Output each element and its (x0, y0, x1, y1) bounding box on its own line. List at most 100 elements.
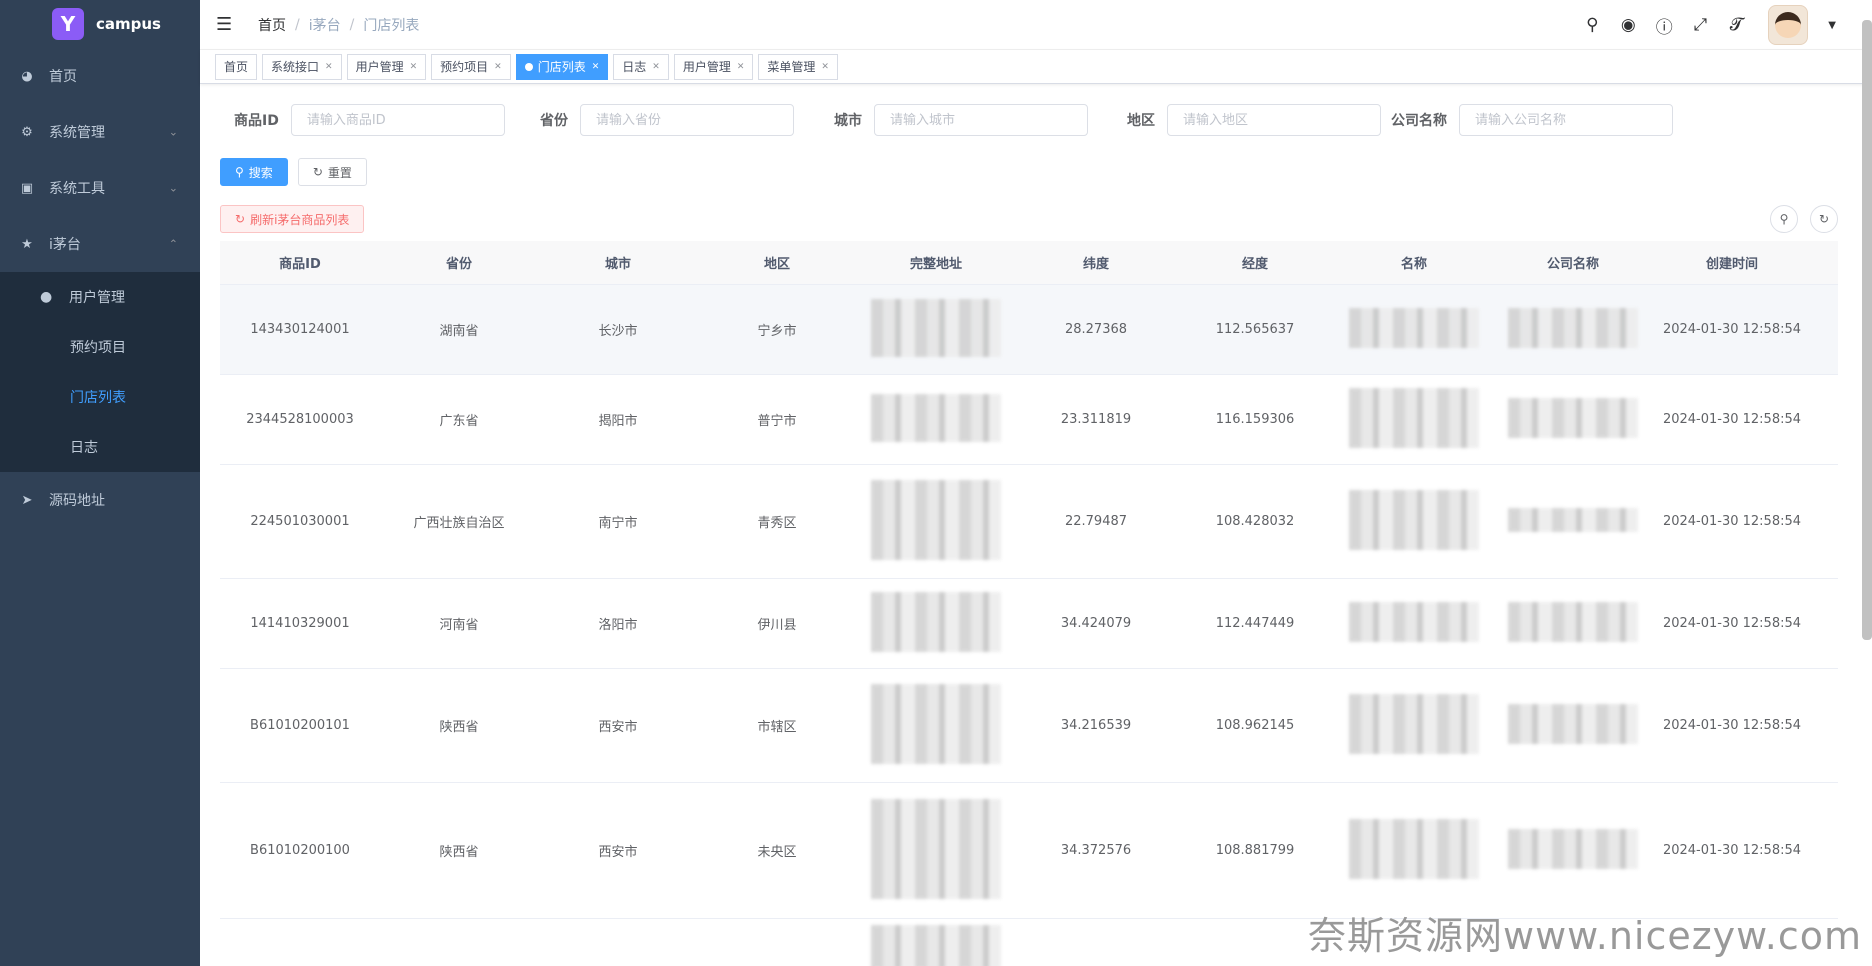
sidebar-item-system-management[interactable]: ⚙ 系统管理 ⌄ (0, 104, 200, 160)
sidebar-item-user-management[interactable]: ● 用户管理 (0, 272, 200, 322)
column-header: 公司名称 (1546, 257, 1599, 272)
refresh-products-button[interactable]: ↻ 刷新i茅台商品列表 (220, 205, 365, 233)
column-header: 名称 (1400, 257, 1427, 272)
company-name-input[interactable] (1459, 104, 1673, 136)
search-form: 商品ID 省份 城市 地区 公司名称 (220, 84, 1838, 154)
refresh-icon: ↻ (312, 165, 323, 179)
reset-button-label: 重置 (327, 165, 352, 180)
cell-province: 湖南省 (439, 324, 479, 339)
table-row[interactable]: 2344528100003 广东省 揭阳市 普宁市 23.311819 116.… (220, 375, 1838, 465)
tag-system-api[interactable]: 系统接口 ✕ (262, 53, 342, 80)
close-icon[interactable]: ✕ (821, 62, 829, 72)
cell-city: 长沙市 (598, 324, 638, 339)
cell-district: 伊川县 (757, 618, 797, 633)
table-row[interactable]: 143430124001 湖南省 长沙市 宁乡市 28.27368 112.56… (220, 285, 1838, 375)
cell-company-redacted (1494, 703, 1652, 748)
refresh-table-icon[interactable]: ↻ (1810, 205, 1838, 233)
tag-store-list[interactable]: 门店列表 ✕ (515, 53, 609, 80)
cell-created-time: 2024-01-30 12:58:54 (1662, 843, 1802, 858)
cell-created-time: 2024-01-30 12:58:54 (1662, 514, 1802, 529)
sidebar-item-source-code[interactable]: ➤ 源码地址 (0, 472, 200, 528)
sidebar-item-label: 系统工具 (49, 181, 105, 197)
cell-name-redacted (1334, 601, 1494, 646)
cell-product-id: B61010200101 (250, 718, 350, 733)
city-input[interactable] (874, 104, 1088, 136)
province-input[interactable] (580, 104, 794, 136)
sidebar-item-logs[interactable]: 日志 (0, 422, 200, 472)
form-item-product-id: 商品ID (234, 104, 505, 136)
tag-label: 预约项目 (440, 60, 489, 74)
table-row[interactable]: 141410329001 河南省 洛阳市 伊川县 34.424079 112.4… (220, 579, 1838, 669)
table-row[interactable]: B61010200100 陕西省 西安市 未央区 34.372576 108.8… (220, 783, 1838, 919)
close-icon[interactable]: ✕ (325, 62, 333, 72)
reset-button[interactable]: ↻ 重置 (297, 158, 367, 186)
cell-name-redacted (1334, 818, 1494, 883)
close-icon[interactable]: ✕ (737, 62, 745, 72)
main-content: 商品ID 省份 城市 地区 公司名称 ⚲ 搜索 ↻ 重置 ↻ 刷新i茅台商品列表 ⚲ … (220, 84, 1838, 966)
tag-user-management-2[interactable]: 用户管理 ✕ (673, 53, 754, 80)
cell-product-id: 141410329001 (250, 616, 350, 631)
refresh-products-label: 刷新i茅台商品列表 (250, 212, 350, 227)
tag-menu-management[interactable]: 菜单管理 ✕ (758, 53, 838, 80)
cell-province: 广东省 (439, 414, 479, 429)
cell-latitude: 22.79487 (1064, 514, 1128, 529)
cell-latitude: 28.27368 (1064, 322, 1128, 337)
table-row[interactable]: 224501030001 广西壮族自治区 南宁市 青秀区 22.79487 10… (220, 465, 1838, 579)
chevron-down-icon: ⌄ (168, 125, 178, 139)
breadcrumb-home[interactable]: 首页 (258, 15, 286, 35)
active-dot-icon (524, 62, 533, 71)
github-icon[interactable]: ◉ (1618, 15, 1638, 35)
tag-label: 菜单管理 (767, 60, 816, 74)
cell-address-redacted (856, 393, 1016, 446)
column-header: 创建时间 (1705, 257, 1758, 272)
cell-city: 西安市 (598, 845, 638, 860)
sidebar-item-home[interactable]: ◕ 首页 (0, 48, 200, 104)
fullscreen-icon[interactable]: ⤢ (1690, 15, 1710, 35)
form-label: 省份 (540, 113, 568, 129)
cell-latitude: 34.424079 (1060, 616, 1132, 631)
cell-province: 陕西省 (439, 845, 479, 860)
tag-user-management[interactable]: 用户管理 ✕ (346, 53, 427, 80)
sidebar-item-label: i茅台 (49, 237, 81, 253)
breadcrumb-separator: / (295, 16, 300, 33)
search-icon[interactable]: ⚲ (1582, 15, 1602, 35)
cell-city: 南宁市 (598, 516, 638, 531)
app-logo[interactable]: Y campus (0, 0, 200, 48)
sidebar-item-store-list[interactable]: 门店列表 (0, 372, 200, 422)
table-row[interactable]: B61010200101 陕西省 西安市 市辖区 34.216539 108.9… (220, 669, 1838, 783)
close-icon[interactable]: ✕ (410, 62, 418, 72)
question-icon[interactable]: ⓘ (1654, 15, 1674, 38)
cell-created-time: 2024-01-30 12:58:54 (1662, 718, 1802, 733)
toggle-search-icon[interactable]: ⚲ (1770, 205, 1798, 233)
cell-address-redacted (856, 924, 1016, 966)
hamburger-icon[interactable]: ☰ (216, 15, 234, 34)
search-button[interactable]: ⚲ 搜索 (220, 158, 288, 186)
district-input[interactable] (1167, 104, 1381, 136)
cell-district: 未央区 (757, 845, 797, 860)
cell-province: 广西壮族自治区 (413, 516, 505, 531)
close-icon[interactable]: ✕ (494, 62, 502, 72)
sidebar-item-reservation-projects[interactable]: 预约项目 (0, 322, 200, 372)
close-icon[interactable]: ✕ (652, 62, 660, 72)
column-header: 省份 (445, 257, 472, 272)
tag-logs[interactable]: 日志 ✕ (613, 53, 669, 80)
sidebar-item-system-tools[interactable]: ▣ 系统工具 ⌄ (0, 160, 200, 216)
font-size-icon[interactable]: 𝓣 (1726, 15, 1746, 35)
cell-province: 河南省 (439, 618, 479, 633)
tag-reservation-projects[interactable]: 预约项目 ✕ (431, 53, 511, 80)
table-toolbar: ↻ 刷新i茅台商品列表 ⚲ ↻ (220, 205, 1838, 233)
search-icon: ⚲ (235, 165, 244, 179)
form-item-city: 城市 (834, 104, 1088, 136)
sidebar-item-imaotai[interactable]: ★ i茅台 ⌃ (0, 216, 200, 272)
caret-down-icon[interactable]: ▼ (1828, 20, 1836, 31)
avatar[interactable] (1768, 5, 1809, 45)
product-id-input[interactable] (290, 104, 505, 136)
form-label: 城市 (834, 113, 862, 129)
close-icon[interactable]: ✕ (592, 62, 600, 72)
tag-home[interactable]: 首页 (215, 53, 258, 80)
scrollbar[interactable] (1862, 20, 1872, 640)
cell-longitude: 108.428032 (1215, 514, 1295, 529)
form-item-company-name: 公司名称 (1391, 104, 1673, 136)
cell-created-time: 2024-01-30 12:58:54 (1662, 412, 1802, 427)
user-icon: ● (40, 289, 53, 305)
